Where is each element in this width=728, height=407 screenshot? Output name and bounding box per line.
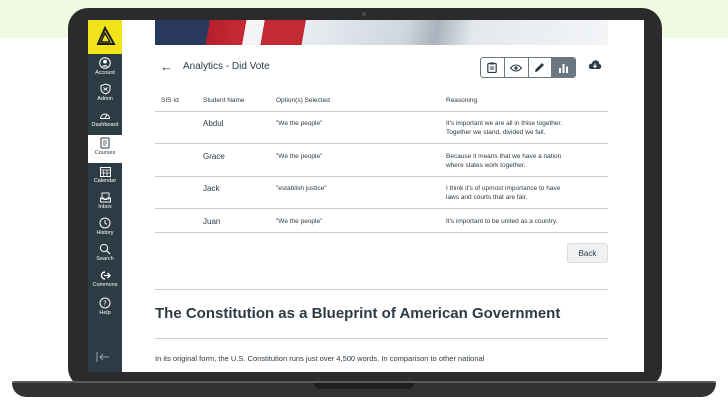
cell-reasoning-line2: laws and courts that are fair.: [446, 194, 528, 201]
nav-item-dashboard[interactable]: Dashboard: [88, 109, 122, 135]
clipboard-icon: [487, 62, 498, 73]
cell-option: "We the people": [276, 218, 323, 225]
cloud-download-icon: [588, 60, 602, 69]
collapse-nav-icon[interactable]: [96, 352, 110, 365]
edit-button[interactable]: [529, 58, 553, 77]
nav-label: Help: [99, 310, 111, 316]
eye-icon: [510, 63, 523, 72]
svg-text:?: ?: [103, 300, 107, 308]
courses-book-icon: [99, 137, 111, 149]
content-heading: The Constitution as a Blueprint of Ameri…: [155, 305, 561, 322]
cell-option: "We the people": [276, 120, 323, 127]
cell-student-name: Abdul: [203, 119, 224, 128]
search-icon: [99, 243, 111, 255]
page-title: Analytics - Did Vote: [183, 61, 270, 72]
cell-student-name: Grace: [203, 152, 225, 161]
download-button[interactable]: [588, 58, 602, 76]
col-header-reasoning: Reasoning: [446, 97, 478, 104]
nav-label: Search: [96, 256, 114, 262]
row-divider: [155, 143, 608, 144]
history-clock-icon: [99, 217, 111, 229]
account-icon: [99, 57, 111, 69]
commons-icon: [99, 269, 111, 281]
col-header-options: Option(s) Selected: [276, 97, 330, 104]
admin-shield-icon: [99, 83, 111, 95]
table-header-divider: [155, 111, 608, 112]
nav-label: Admin: [97, 96, 113, 102]
nav-label: Courses: [94, 150, 116, 156]
dashboard-icon: [99, 109, 111, 121]
cell-reasoning-line1: Because it means that we have a nation: [446, 153, 562, 160]
back-button[interactable]: Back: [567, 243, 608, 263]
calendar-icon: [99, 165, 111, 177]
nav-item-courses[interactable]: Courses: [88, 135, 122, 163]
cell-reasoning-line2: where states work together.: [446, 162, 526, 169]
hero-flag-image: [155, 20, 608, 45]
cell-student-name: Juan: [203, 217, 221, 226]
nav-label: Inbox: [98, 204, 112, 210]
cell-reasoning-line1: I think it's of upmost importance to hav…: [446, 185, 561, 192]
clipboard-button[interactable]: [481, 58, 505, 77]
nav-label: Dashboard: [91, 122, 119, 128]
nav-item-commons[interactable]: Commons: [88, 269, 122, 295]
nav-item-help[interactable]: ? Help: [88, 297, 122, 323]
nav-item-admin[interactable]: Admin: [88, 83, 122, 109]
nav-label: Calendar: [93, 178, 117, 184]
col-header-sis-id: SIS Id: [161, 97, 179, 104]
cell-student-name: Jack: [203, 184, 220, 193]
view-toolbar: [480, 57, 576, 78]
nav-item-history[interactable]: History: [88, 217, 122, 243]
global-nav: Account Admin Dashboard Courses Calendar: [88, 20, 122, 372]
nav-item-account[interactable]: Account: [88, 57, 122, 83]
nav-label: History: [96, 230, 114, 236]
analytics-button[interactable]: [552, 58, 575, 77]
camera-dot: [362, 12, 366, 16]
inbox-icon: [99, 191, 111, 203]
row-divider: [155, 176, 608, 177]
preview-button[interactable]: [505, 58, 529, 77]
row-divider: [155, 232, 608, 233]
app-screen: Account Admin Dashboard Courses Calendar: [88, 20, 644, 372]
nav-label: Commons: [92, 282, 118, 288]
nav-item-inbox[interactable]: Inbox: [88, 191, 122, 217]
cell-reasoning-line1: It's important we are all in thise toget…: [446, 120, 563, 127]
col-header-student-name: Student Name: [203, 97, 245, 104]
pencil-icon: [535, 63, 545, 72]
nav-item-search[interactable]: Search: [88, 243, 122, 269]
bar-chart-icon: [559, 63, 569, 73]
content-divider: [155, 289, 608, 290]
content-paragraph: In its original form, the U.S. Constitut…: [155, 354, 485, 363]
row-divider: [155, 208, 608, 209]
heading-divider: [155, 338, 608, 339]
back-arrow-icon[interactable]: ←: [160, 59, 173, 74]
cell-reasoning-line2: Together we stand, divided we fall.: [446, 129, 546, 136]
cell-option: "establish justice": [276, 185, 327, 192]
laptop-notch: [314, 383, 414, 389]
nav-item-calendar[interactable]: Calendar: [88, 165, 122, 191]
logo-icon: [96, 26, 116, 45]
nav-label: Account: [95, 70, 115, 76]
cell-option: "We the people": [276, 153, 323, 160]
help-icon: ?: [99, 297, 111, 309]
cell-reasoning-line1: It's important to be united as a country…: [446, 218, 558, 225]
logo[interactable]: [88, 20, 122, 54]
